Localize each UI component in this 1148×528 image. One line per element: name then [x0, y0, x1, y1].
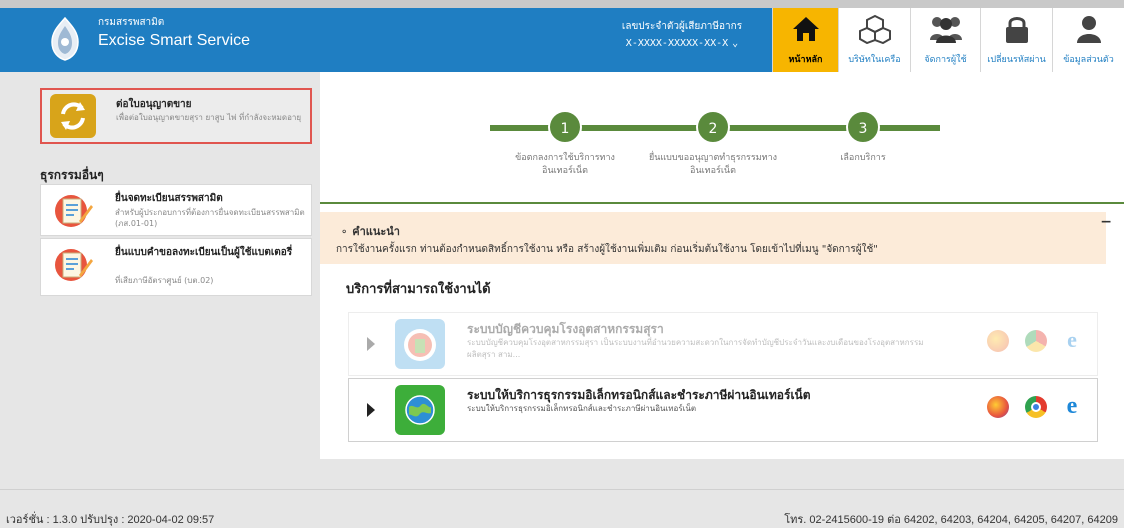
- service-item-e-transaction[interactable]: ระบบให้บริการธุรกรรมอิเล็กทรอนิกส์และชำร…: [348, 378, 1098, 442]
- renew-license-desc: เพื่อต่อใบอนุญาตขายสุรา ยาสูบ ไพ่ ที่กำล…: [116, 113, 302, 122]
- department-name: กรมสรรพสามิต: [98, 17, 165, 28]
- step-2-label: ยื่นแบบขออนุญาตทำธุรกรรมทางอินเทอร์เน็ต: [648, 153, 778, 176]
- collapse-button[interactable]: −: [1100, 214, 1112, 230]
- excise-logo-icon: [51, 16, 79, 61]
- tip-title: คำแนะนำ: [352, 225, 400, 238]
- nav-subsidiaries[interactable]: บริษัทในเครือ: [838, 8, 910, 72]
- app-title: Excise Smart Service: [98, 32, 251, 49]
- contact-text: โทร. 02-2415600-19 ต่อ 64202, 64203, 642…: [784, 514, 1118, 526]
- globe-icon: [395, 385, 445, 435]
- nav-subsidiaries-label: บริษัทในเครือ: [848, 55, 901, 65]
- battery-user-desc: ที่เสียภาษีอัตราศูนย์ (บต.02): [115, 276, 214, 285]
- taxid-label: เลขประจำตัวผู้เสียภาษีอากร: [621, 21, 743, 32]
- expand-arrow-icon: [367, 337, 375, 351]
- refresh-icon: [50, 94, 96, 138]
- nav-manage-users[interactable]: จัดการผู้ใช้: [910, 8, 980, 72]
- register-excise-card[interactable]: ยื่นจดทะเบียนสรรพสามิต สำหรับผู้ประกอบกา…: [40, 184, 312, 236]
- step-3-label: เลือกบริการ: [840, 153, 886, 163]
- nav-home-label: หน้าหลัก: [788, 55, 823, 65]
- main-panel: 1 2 3 ข้อตกลงการใช้บริการทางอินเทอร์เน็ต…: [320, 72, 1124, 459]
- step-1-circle: 1: [548, 110, 582, 144]
- footer: เวอร์ชั่น : 1.3.0 ปรับปรุง : 2020-04-02 …: [0, 489, 1124, 528]
- renew-license-card[interactable]: ต่อใบอนุญาตขาย เพื่อต่อใบอนุญาตขายสุรา ย…: [40, 88, 312, 144]
- step-2-circle: 2: [696, 110, 730, 144]
- liquor-factory-icon: [395, 319, 445, 369]
- ie-icon[interactable]: e: [1061, 394, 1083, 418]
- expand-arrow-icon: [367, 403, 375, 417]
- renew-license-title: ต่อใบอนุญาตขาย: [116, 99, 192, 110]
- chrome-icon[interactable]: [1025, 396, 1047, 418]
- taxid-dropdown[interactable]: X-XXXX-XXXXX-XX-X ⌄: [612, 38, 752, 49]
- lightbulb-icon: ⚬: [340, 227, 349, 238]
- nav-home[interactable]: หน้าหลัก: [772, 8, 838, 72]
- lock-icon: [1005, 17, 1028, 43]
- user-icon: [1076, 16, 1101, 43]
- nav-change-password[interactable]: เปลี่ยนรหัสผ่าน: [980, 8, 1052, 72]
- form-icon: [55, 195, 93, 227]
- step-1-label: ข้อตกลงการใช้บริการทางอินเทอร์เน็ต: [515, 153, 615, 176]
- service-desc: ระบบบัญชีควบคุมโรงอุตสาหกรรมสุรา เป็นระบ…: [467, 338, 924, 359]
- nav-change-password-label: เปลี่ยนรหัสผ่าน: [987, 55, 1046, 65]
- top-header: กรมสรรพสามิต Excise Smart Service เลขประ…: [0, 0, 1148, 72]
- register-excise-title: ยื่นจดทะเบียนสรรพสามิต: [115, 193, 223, 204]
- sidebar: ต่อใบอนุญาตขาย เพื่อต่อใบอนุญาตขายสุรา ย…: [0, 72, 320, 489]
- battery-user-title: ยื่นแบบคำขอลงทะเบียนเป็นผู้ใช้แบตเตอรี่: [115, 247, 293, 258]
- tip-text: การใช้งานครั้งแรก ท่านต้องกำหนดสิทธิ์การ…: [336, 244, 878, 255]
- step-3-circle: 3: [846, 110, 880, 144]
- boxes-icon: [858, 14, 891, 44]
- nav-profile-label: ข้อมูลส่วนตัว: [1063, 55, 1114, 65]
- service-item-liquor-accounting[interactable]: ระบบบัญชีควบคุมโรงอุตสาหกรรมสุรา ระบบบัญ…: [348, 312, 1098, 376]
- firefox-icon[interactable]: [987, 396, 1009, 418]
- nav-manage-users-label: จัดการผู้ใช้: [924, 55, 967, 65]
- form-icon: [55, 249, 93, 281]
- ie-icon: e: [1061, 329, 1083, 352]
- service-desc: ระบบให้บริการธุรกรรมอิเล็กทรอนิกส์และชำร…: [467, 404, 697, 413]
- chrome-icon: [1025, 330, 1047, 352]
- tip-heading: ⚬ คำแนะนำ: [340, 222, 400, 240]
- home-icon: [792, 17, 819, 41]
- firefox-icon: [987, 330, 1009, 352]
- battery-user-card[interactable]: ยื่นแบบคำขอลงทะเบียนเป็นผู้ใช้แบตเตอรี่ …: [40, 238, 312, 296]
- version-text: เวอร์ชั่น : 1.3.0 ปรับปรุง : 2020-04-02 …: [6, 514, 215, 526]
- users-icon: [929, 17, 962, 43]
- taxid-value: X-XXXX-XXXXX-XX-X: [625, 38, 729, 49]
- nav-profile[interactable]: ข้อมูลส่วนตัว: [1052, 8, 1124, 72]
- services-heading: บริการที่สามารถใช้งานได้: [346, 282, 491, 297]
- main-content: 1 2 3 ข้อตกลงการใช้บริการทางอินเทอร์เน็ต…: [320, 72, 1124, 489]
- other-transactions-heading: ธุรกรรมอื่นๆ: [40, 168, 104, 182]
- register-excise-desc: สำหรับผู้ประกอบการที่ต้องการยื่นจดทะเบีย…: [115, 208, 305, 228]
- divider: [320, 202, 1124, 204]
- scrollbar-area: [1124, 0, 1148, 528]
- chevron-down-icon: ⌄: [732, 38, 739, 49]
